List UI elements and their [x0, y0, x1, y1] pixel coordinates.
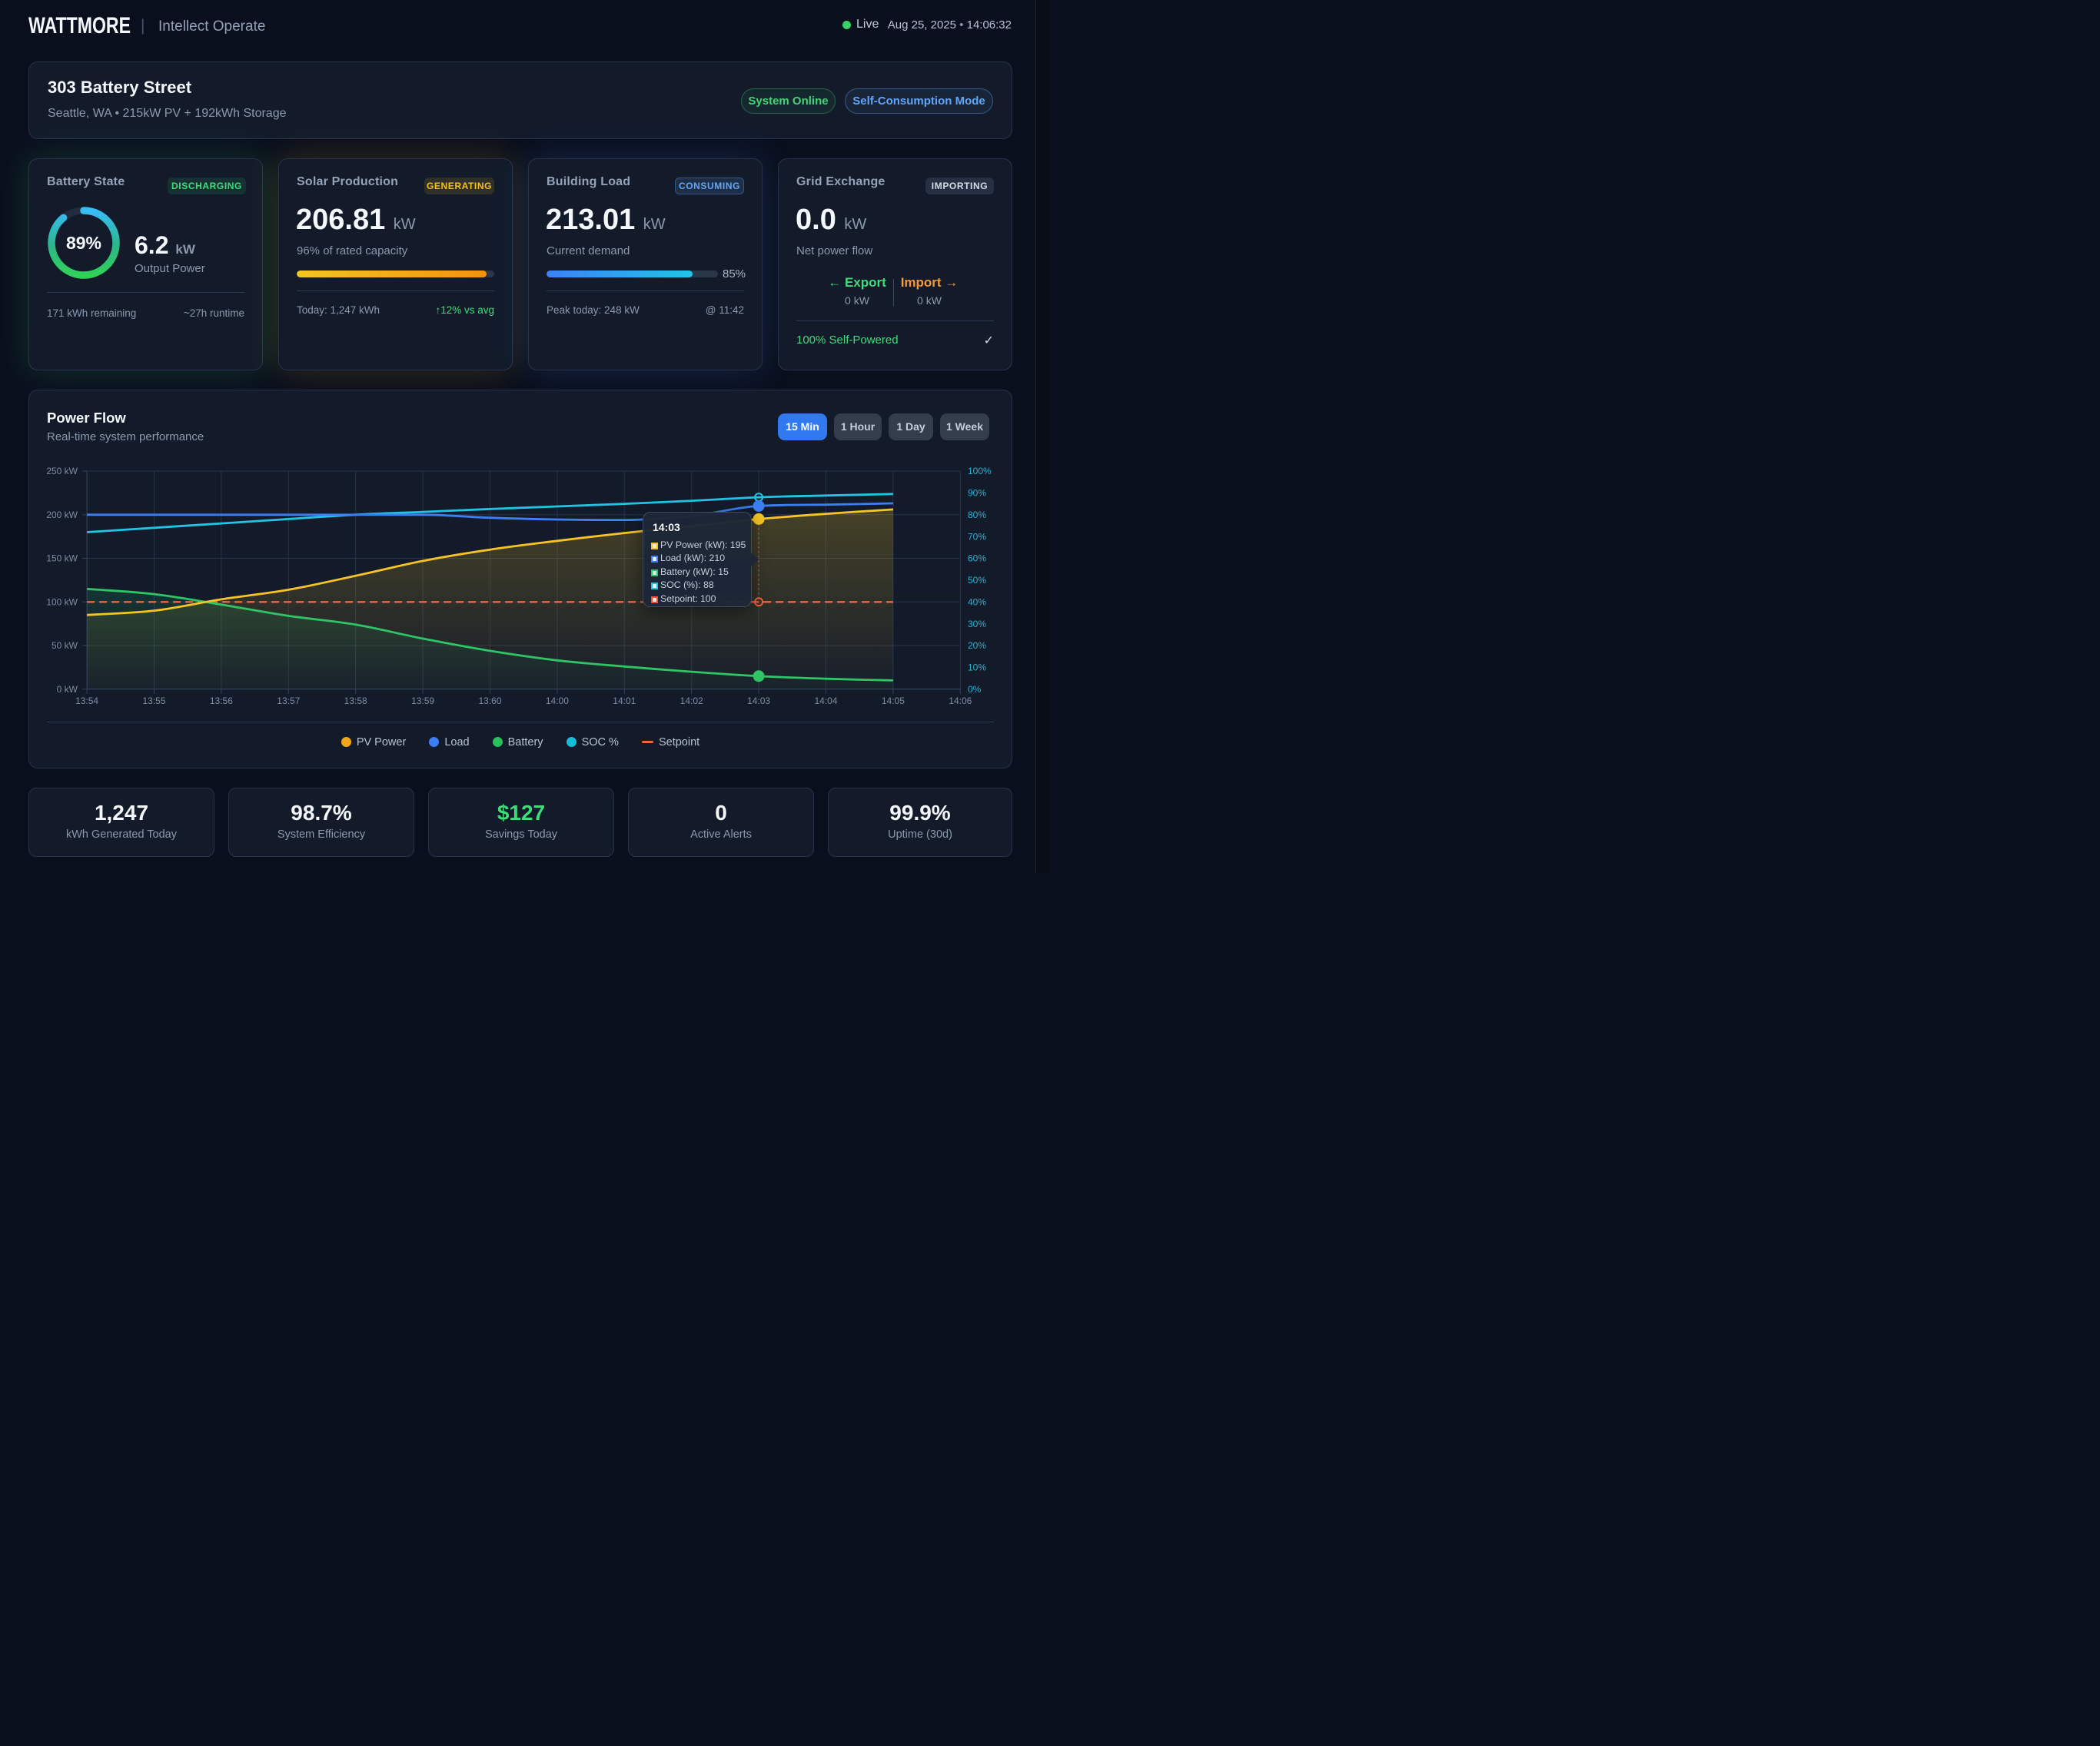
svg-text:14:00: 14:00 — [546, 695, 569, 706]
svg-text:13:54: 13:54 — [75, 695, 98, 706]
svg-text:14:02: 14:02 — [680, 695, 703, 706]
svg-text:13:59: 13:59 — [411, 695, 434, 706]
svg-text:89%: 89% — [66, 233, 101, 253]
svg-text:14:03: 14:03 — [747, 695, 770, 706]
svg-text:80%: 80% — [968, 510, 986, 520]
svg-text:14:01: 14:01 — [613, 695, 636, 706]
svg-text:14:05: 14:05 — [882, 695, 905, 706]
svg-text:13:57: 13:57 — [277, 695, 300, 706]
svg-text:50 kW: 50 kW — [52, 640, 78, 651]
svg-text:40%: 40% — [968, 597, 986, 608]
svg-text:200 kW: 200 kW — [46, 510, 78, 520]
svg-text:0%: 0% — [968, 684, 982, 695]
svg-text:30%: 30% — [968, 619, 986, 629]
svg-text:70%: 70% — [968, 531, 986, 542]
svg-text:250 kW: 250 kW — [46, 466, 78, 476]
svg-text:50%: 50% — [968, 575, 986, 586]
svg-text:90%: 90% — [968, 488, 986, 499]
svg-text:13:55: 13:55 — [142, 695, 165, 706]
svg-text:150 kW: 150 kW — [46, 553, 78, 564]
svg-text:14:06: 14:06 — [949, 695, 972, 706]
svg-text:14:04: 14:04 — [814, 695, 837, 706]
svg-text:13:58: 13:58 — [344, 695, 367, 706]
svg-text:20%: 20% — [968, 640, 986, 651]
svg-text:10%: 10% — [968, 662, 986, 673]
svg-text:0 kW: 0 kW — [57, 684, 78, 695]
svg-text:100%: 100% — [968, 466, 992, 476]
svg-text:13:56: 13:56 — [210, 695, 233, 706]
svg-text:60%: 60% — [968, 553, 986, 564]
svg-text:100 kW: 100 kW — [46, 597, 78, 608]
svg-text:13:60: 13:60 — [478, 695, 501, 706]
